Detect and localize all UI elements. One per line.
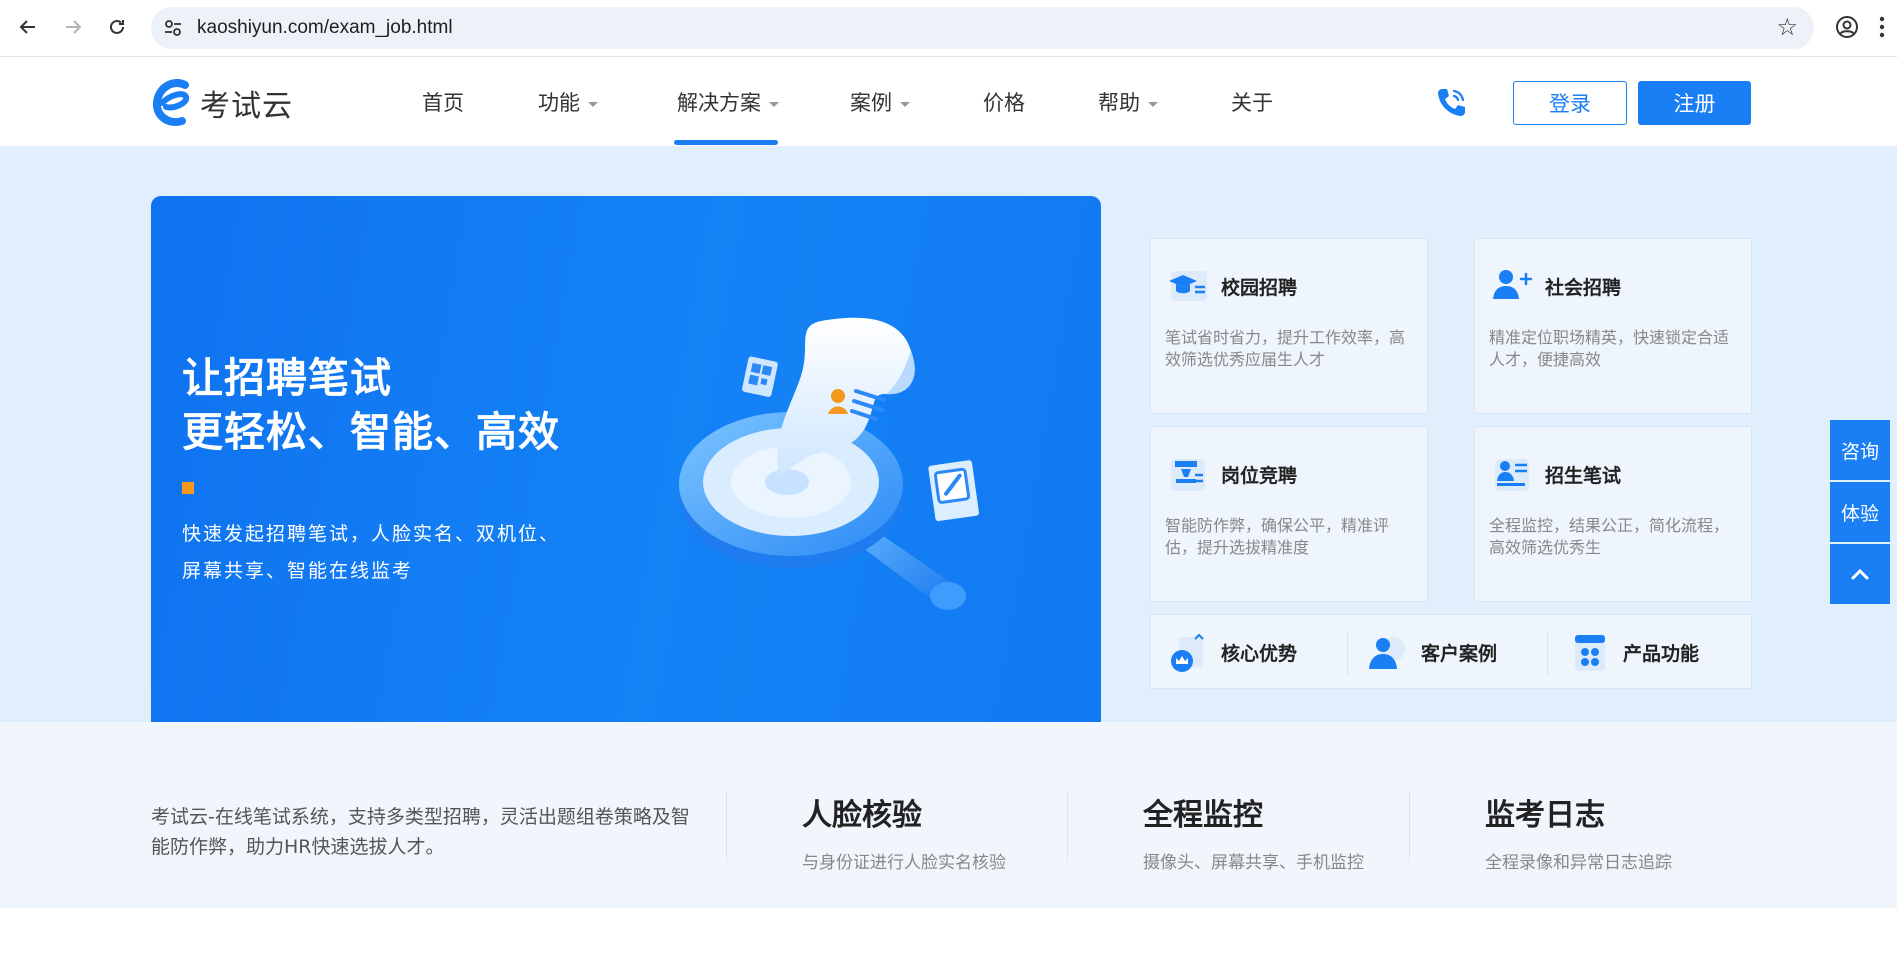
divider [1067,792,1068,862]
reload-icon[interactable] [103,13,131,41]
quick-link-features[interactable]: 产品功能 [1567,615,1699,690]
divider [1547,631,1548,675]
hero-description: 快速发起招聘笔试，人脸实名、双机位、屏幕共享、智能在线监考 [182,523,561,582]
site-settings-icon[interactable] [163,18,183,38]
solution-title: 校园招聘 [1221,277,1298,299]
solution-desc: 笔试省时省力，提升工作效率，高效筛选优秀应届生人才 [1165,328,1406,369]
chevron-down-icon [588,101,598,107]
feature-subtitle: 全程录像和异常日志追踪 [1485,853,1672,873]
phone-icon[interactable] [1435,85,1467,119]
menu-about[interactable]: 关于 [1231,87,1273,117]
browser-toolbar: kaoshiyun.com/exam_job.html ☆ [0,0,1897,57]
solution-title: 社会招聘 [1545,277,1622,299]
solution-desc: 智能防作弊，确保公平，精准评估，提升选拔精准度 [1165,516,1390,557]
back-to-top-button[interactable] [1830,544,1890,604]
podium-icon [1171,459,1205,491]
feature-proctor-log: 监考日志 全程录像和异常日志追踪 [1485,790,1672,873]
student-exam-icon [1495,459,1529,491]
crown-badge-icon [1171,633,1204,672]
graduation-cap-icon [1169,271,1207,301]
site-header: 考试云 首页 功能 解决方案 案例 价格 帮助 关于 登录 注册 [0,57,1897,146]
customer-icon [1369,636,1405,669]
hero-title-line2: 更轻松、智能、高效 [182,408,560,456]
hero-title: 让招聘笔试 更轻松、智能、高效 [182,351,560,459]
solution-desc: 全程监控，结果公正，简化流程，高效筛选优秀生 [1489,516,1730,557]
menu-features[interactable]: 功能 [538,87,598,117]
solution-desc: 精准定位职场精英，快速锁定合适人才，便捷高效 [1489,328,1730,369]
address-bar[interactable]: kaoshiyun.com/exam_job.html ☆ [151,7,1814,49]
quick-link-label: 产品功能 [1623,643,1700,665]
quick-links-bar: 核心优势 客户案例 产品功能 [1150,614,1752,689]
hero-accent-dot [182,482,194,494]
quick-link-advantages[interactable]: 核心优势 [1165,615,1297,690]
feature-monitoring: 全程监控 摄像头、屏幕共享、手机监控 [1143,790,1364,873]
logo-text: 考试云 [200,89,293,124]
solution-title: 招生笔试 [1545,465,1622,487]
menu-home[interactable]: 首页 [422,87,464,117]
person-plus-icon [1493,270,1533,299]
feature-face-verify: 人脸核验 与身份证进行人脸实名核验 [802,790,1006,873]
solution-card-position[interactable]: 岗位竞聘 智能防作弊，确保公平，精准评估，提升选拔精准度 [1150,426,1428,602]
profile-icon[interactable] [1832,12,1862,42]
chevron-down-icon [769,101,779,107]
url-text[interactable]: kaoshiyun.com/exam_job.html [197,17,453,39]
solution-title: 岗位竞聘 [1221,465,1298,487]
chevron-down-icon [900,101,910,107]
menu-help[interactable]: 帮助 [1098,87,1158,117]
quick-link-label: 核心优势 [1221,643,1298,665]
divider [1409,792,1410,862]
menu-solutions[interactable]: 解决方案 [677,87,779,117]
logo-e-icon [153,79,190,126]
active-menu-indicator [674,140,778,145]
menu-pricing[interactable]: 价格 [983,87,1025,117]
login-button[interactable]: 登录 [1513,81,1627,125]
feature-subtitle: 摄像头、屏幕共享、手机监控 [1143,853,1364,873]
divider [1347,631,1348,675]
hero-banner: 让招聘笔试 更轻松、智能、高效 快速发起招聘笔试，人脸实名、双机位、屏幕共享、智… [151,196,1101,745]
back-icon[interactable] [14,13,42,41]
solution-card-campus[interactable]: 校园招聘 笔试省时省力，提升工作效率，高效筛选优秀应届生人才 [1150,238,1428,414]
menu-cases[interactable]: 案例 [850,87,910,117]
feature-title: 监考日志 [1485,798,1605,833]
feature-title: 人脸核验 [802,798,922,833]
solution-card-enrollment[interactable]: 招生笔试 全程监控，结果公正，简化流程，高效筛选优秀生 [1474,426,1752,602]
divider [726,792,727,862]
chevron-down-icon [1148,101,1158,107]
features-strip: 考试云-在线笔试系统，支持多类型招聘，灵活出题组卷策略及智能防作弊，助力HR快速… [0,722,1897,908]
feature-subtitle: 与身份证进行人脸实名核验 [802,853,1006,873]
features-intro: 考试云-在线笔试系统，支持多类型招聘，灵活出题组卷策略及智能防作弊，助力HR快速… [151,806,690,858]
logo[interactable]: 考试云 [152,79,293,127]
forward-icon[interactable] [59,13,87,41]
chevron-up-icon [1851,568,1869,580]
bookmark-star-icon[interactable]: ☆ [1776,13,1798,41]
feature-title: 全程监控 [1143,798,1263,833]
solution-card-social[interactable]: 社会招聘 精准定位职场精英，快速锁定合适人才，便捷高效 [1474,238,1752,414]
hero-title-line1: 让招聘笔试 [182,354,392,402]
consult-button[interactable]: 咨询 [1830,420,1890,480]
quick-link-label: 客户案例 [1421,643,1498,665]
magnifier-resume-illustration [679,317,979,610]
trial-button[interactable]: 体验 [1830,482,1890,542]
register-button[interactable]: 注册 [1638,81,1751,125]
browser-menu-icon[interactable] [1872,12,1892,42]
quick-link-cases[interactable]: 客户案例 [1365,615,1497,690]
product-grid-icon [1575,634,1605,671]
